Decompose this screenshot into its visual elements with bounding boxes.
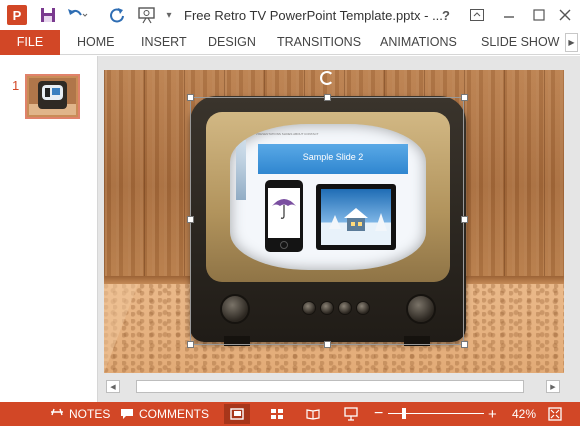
- scroll-thumb[interactable]: [136, 380, 524, 393]
- slide-show-icon: [344, 407, 358, 421]
- slide-thumbnail[interactable]: [25, 74, 80, 119]
- slide-number: 1: [12, 78, 20, 93]
- scroll-right-icon[interactable]: ▶: [546, 380, 560, 393]
- tv-screen-frame: PRESENTATIONS SLIDES ABOUT CONTACT Sampl…: [206, 112, 450, 282]
- tab-insert[interactable]: INSERT: [141, 30, 187, 55]
- status-bar: NOTES COMMENTS − + 42%: [0, 402, 580, 426]
- tablet-image: [316, 184, 396, 250]
- app-logo-icon[interactable]: P: [6, 4, 28, 26]
- undo-icon[interactable]: [66, 4, 88, 26]
- tab-design[interactable]: DESIGN: [208, 30, 256, 55]
- retro-tv-graphic[interactable]: PRESENTATIONS SLIDES ABOUT CONTACT Sampl…: [190, 96, 466, 346]
- zoom-in-button[interactable]: +: [488, 402, 497, 426]
- title-bar: P ▾ Free Retro TV PowerPoint Template.pp…: [0, 0, 580, 30]
- notes-button[interactable]: NOTES: [50, 402, 110, 426]
- zoom-level[interactable]: 42%: [512, 402, 536, 426]
- tab-home[interactable]: HOME: [77, 30, 115, 55]
- tab-slide-show[interactable]: SLIDE SHOW: [481, 30, 560, 55]
- resize-handle[interactable]: [187, 216, 194, 223]
- ribbon-display-icon[interactable]: [468, 4, 486, 26]
- tv-leg-left: [224, 336, 250, 346]
- tab-file[interactable]: FILE: [0, 30, 60, 55]
- notes-icon: [51, 408, 63, 416]
- normal-view-button[interactable]: [224, 404, 250, 424]
- slide-sorter-button[interactable]: [264, 404, 290, 424]
- redo-icon[interactable]: [106, 4, 128, 26]
- thumbnail-tv-graphic: [38, 81, 67, 109]
- tv-leg-right: [404, 336, 430, 346]
- smartphone-image: [265, 180, 303, 252]
- tv-button: [356, 301, 370, 315]
- slide-canvas[interactable]: PRESENTATIONS SLIDES ABOUT CONTACT Sampl…: [104, 70, 564, 373]
- zoom-out-button[interactable]: −: [374, 402, 383, 426]
- resize-handle[interactable]: [187, 341, 194, 348]
- ribbon-scroll-right-icon[interactable]: ▶: [565, 33, 578, 52]
- comments-label: COMMENTS: [139, 407, 209, 421]
- notes-label: NOTES: [69, 407, 111, 421]
- tab-transitions[interactable]: TRANSITIONS: [277, 30, 361, 55]
- left-slide-strip: [236, 140, 246, 200]
- ribbon-tabs: FILE HOME INSERT DESIGN TRANSITIONS ANIM…: [0, 30, 580, 55]
- resize-handle[interactable]: [461, 216, 468, 223]
- fit-to-window-icon: [548, 407, 562, 421]
- resize-handle[interactable]: [461, 341, 468, 348]
- phone-screen: [268, 188, 300, 238]
- resize-handle[interactable]: [324, 94, 331, 101]
- tv-knob-left: [220, 294, 250, 324]
- floor-highlight: [104, 284, 138, 373]
- tablet-screen-winter-scene: [321, 189, 391, 245]
- phone-home-button: [280, 241, 288, 249]
- winter-house-icon: [329, 208, 387, 231]
- scroll-left-icon[interactable]: ◀: [106, 380, 120, 393]
- resize-handle[interactable]: [324, 341, 331, 348]
- tv-button: [320, 301, 334, 315]
- customize-qat-icon[interactable]: ▾: [162, 4, 176, 26]
- reading-view-button[interactable]: [300, 404, 326, 424]
- fit-to-window-button[interactable]: [548, 402, 562, 426]
- thumbnail-tv-screen: [42, 85, 63, 100]
- present-from-start-icon[interactable]: [136, 4, 158, 26]
- maximize-icon[interactable]: [530, 4, 548, 26]
- save-icon[interactable]: [38, 4, 58, 26]
- inner-slide-menu: PRESENTATIONS SLIDES ABOUT CONTACT: [256, 132, 319, 136]
- inner-slide-header: Sample Slide 2: [258, 144, 408, 174]
- app-logo-letter: P: [7, 5, 27, 25]
- tv-screen: PRESENTATIONS SLIDES ABOUT CONTACT Sampl…: [230, 124, 426, 270]
- close-icon[interactable]: [556, 4, 574, 26]
- rotate-handle-icon[interactable]: [320, 71, 334, 85]
- comments-icon: [121, 409, 133, 419]
- slide-show-button[interactable]: [338, 404, 364, 424]
- horizontal-scrollbar[interactable]: ◀ ▶: [104, 377, 564, 393]
- slide-thumbnails-pane: 1: [0, 56, 98, 402]
- tv-knob-right: [406, 294, 436, 324]
- tv-control-panel: [206, 286, 450, 334]
- umbrella-icon: [272, 199, 296, 219]
- help-icon[interactable]: ?: [438, 4, 454, 26]
- tv-button: [338, 301, 352, 315]
- tv-button: [302, 301, 316, 315]
- comments-button[interactable]: COMMENTS: [120, 402, 209, 426]
- slide-sorter-icon: [271, 409, 283, 419]
- slide-thumbnail-image: [29, 78, 76, 115]
- zoom-slider-thumb[interactable]: [402, 408, 406, 419]
- reading-view-icon: [306, 409, 320, 420]
- resize-handle[interactable]: [461, 94, 468, 101]
- tab-animations[interactable]: ANIMATIONS: [380, 30, 457, 55]
- document-title: Free Retro TV PowerPoint Template.pptx -…: [184, 8, 443, 23]
- normal-view-icon: [230, 408, 244, 420]
- resize-handle[interactable]: [187, 94, 194, 101]
- inner-slide-title: Sample Slide 2: [302, 152, 364, 162]
- minimize-icon[interactable]: [500, 4, 518, 26]
